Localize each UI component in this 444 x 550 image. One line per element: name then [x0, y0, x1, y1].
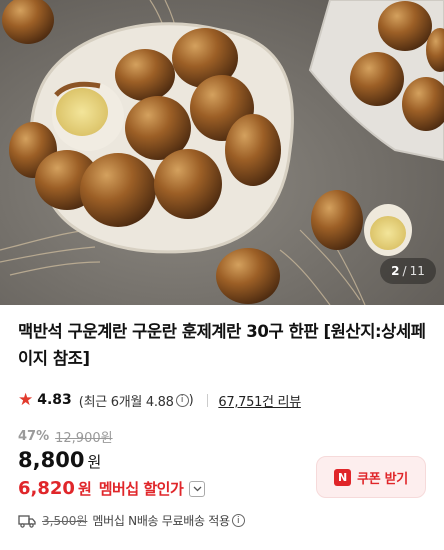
chevron-down-icon[interactable] — [189, 480, 206, 497]
info-icon[interactable]: i — [175, 393, 189, 407]
original-price: 12,900원 — [55, 431, 113, 446]
member-price-row: 6,820 원 멤버십 할인가 — [18, 478, 206, 499]
pager-separator: / — [402, 264, 407, 278]
discount-percent: 47% — [18, 429, 50, 444]
rating-row: ★ 4.83 (최근 6개월 4.88 i ) 67,751건 리뷰 — [18, 389, 301, 411]
member-price: 6,820 — [18, 478, 75, 499]
image-pager: 2 / 11 — [380, 258, 436, 284]
discount-row: 47% 12,900원 — [18, 427, 113, 446]
rating-value: 4.83 — [37, 392, 72, 408]
recent-rating: (최근 6개월 4.88 — [78, 394, 174, 410]
pager-current: 2 — [391, 264, 400, 278]
sale-price: 8,800 — [18, 448, 85, 472]
sale-price-row: 8,800 원 — [18, 448, 101, 472]
recent-rating-close: ) — [188, 392, 194, 408]
member-price-currency: 원 — [77, 480, 92, 498]
product-title: 맥반석 구운계란 구운란 훈제계란 30구 한판 [원산지:상세페이지 참조] — [18, 322, 426, 368]
divider — [207, 393, 209, 407]
shipping-row: 3,500원 멤버십 N배송 무료배송 적용 i — [18, 512, 245, 529]
shipping-text: 멤버십 N배송 무료배송 적용 — [92, 514, 230, 528]
truck-icon — [18, 514, 36, 528]
sale-price-currency: 원 — [87, 453, 102, 471]
original-shipping-fee: 3,500원 — [42, 514, 88, 528]
product-info: 맥반석 구운계란 구운란 훈제계란 30구 한판 [원산지:상세페이지 참조] — [18, 318, 428, 372]
coupon-button[interactable]: N 쿠폰 받기 — [316, 456, 426, 498]
member-price-label: 멤버십 할인가 — [98, 480, 184, 498]
star-icon: ★ — [18, 389, 34, 410]
coupon-label: 쿠폰 받기 — [357, 471, 408, 487]
reviews-link[interactable]: 67,751건 리뷰 — [218, 391, 301, 410]
shipping-info-icon[interactable]: i — [231, 514, 245, 527]
product-image-carousel[interactable]: 2 / 11 — [0, 0, 444, 305]
product-photo — [0, 0, 444, 305]
naver-n-icon: N — [334, 468, 352, 486]
pager-total: 11 — [409, 264, 425, 278]
